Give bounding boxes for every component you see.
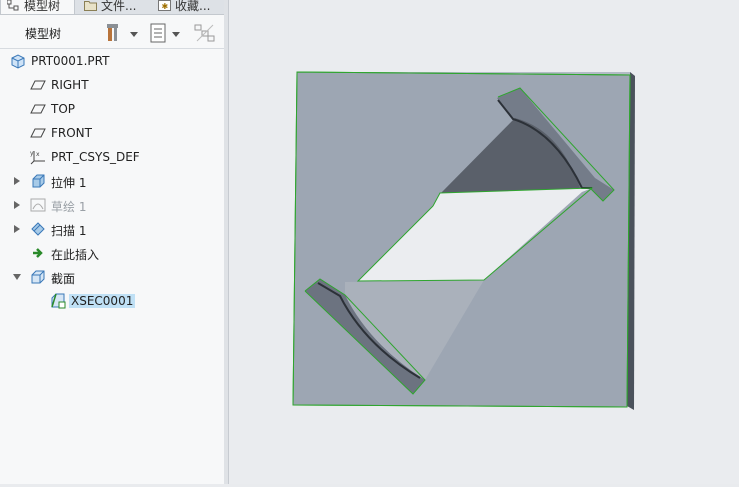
chevron-down-icon <box>130 31 138 37</box>
tab-model-tree[interactable]: 模型树 <box>0 0 75 14</box>
tree-item-xsec0001[interactable]: XSEC0001 <box>0 290 224 312</box>
model-tree-icon <box>6 0 20 11</box>
tab-label: 文件... <box>101 0 137 13</box>
section-folder-icon <box>30 269 46 285</box>
tree-item-label: PRT0001.PRT <box>31 54 110 68</box>
tree-item-top[interactable]: TOP <box>0 98 224 120</box>
folder-icon <box>84 0 97 11</box>
tree-item-label: FRONT <box>51 126 92 140</box>
tree-item-label: 扫描 1 <box>51 224 87 238</box>
tree-item-label: 截面 <box>51 272 76 286</box>
coordinate-system-icon: xy <box>30 149 46 165</box>
model-tree-panel: 模型树 文件... ✱ 收藏... 模型树 PRT0001.PRT RIGHT … <box>0 0 225 484</box>
tree-item-csys[interactable]: xy PRT_CSYS_DEF <box>0 146 224 168</box>
filter-icon <box>194 23 216 46</box>
tab-label: 收藏... <box>175 0 211 13</box>
show-columns-button[interactable] <box>150 23 180 45</box>
tree-settings-button[interactable] <box>106 23 138 45</box>
tree-item-front[interactable]: FRONT <box>0 122 224 144</box>
panel-tab-bar: 模型树 文件... ✱ 收藏... <box>0 0 224 15</box>
cross-section-icon <box>50 293 66 309</box>
sweep-icon <box>30 221 46 237</box>
expand-arrow-icon[interactable] <box>14 225 20 233</box>
tree-item-label: 草绘 1 <box>51 200 87 214</box>
part-icon <box>10 53 26 69</box>
tree-item-right[interactable]: RIGHT <box>0 74 224 96</box>
datum-plane-icon <box>30 77 46 93</box>
datum-plane-icon <box>30 101 46 117</box>
tree-item-label: 拉伸 1 <box>51 176 87 190</box>
tree-item-label: RIGHT <box>51 78 89 92</box>
tree-item-label: 在此插入 <box>51 248 100 262</box>
datum-plane-icon <box>30 125 46 141</box>
expand-arrow-icon[interactable] <box>14 177 20 185</box>
show-columns-icon <box>150 23 166 46</box>
sketch-icon <box>30 197 46 213</box>
model-view <box>292 71 635 410</box>
model-tree-toolbar: 模型树 <box>0 18 224 49</box>
tree-item-root[interactable]: PRT0001.PRT <box>0 50 224 72</box>
favorites-icon: ✱ <box>158 0 171 11</box>
expand-arrow-icon[interactable] <box>14 201 20 209</box>
panel-title: 模型树 <box>25 27 62 41</box>
tree-item-label: PRT_CSYS_DEF <box>51 150 140 164</box>
tree-item-sweep[interactable]: 扫描 1 <box>0 218 224 240</box>
tree-item-extrude[interactable]: 拉伸 1 <box>0 170 224 192</box>
tab-files[interactable]: 文件... <box>78 0 148 14</box>
insert-here-arrow-icon <box>30 245 46 261</box>
filter-button[interactable] <box>194 23 216 45</box>
tree-item-insert-here[interactable]: 在此插入 <box>0 242 224 264</box>
tree-settings-icon <box>106 23 124 46</box>
svg-text:y: y <box>30 150 34 157</box>
tab-label: 模型树 <box>24 0 61 13</box>
svg-text:✱: ✱ <box>162 2 169 11</box>
collapse-arrow-icon[interactable] <box>13 274 21 280</box>
svg-text:x: x <box>36 151 40 158</box>
tree-item-sketch[interactable]: 草绘 1 <box>0 194 224 216</box>
tree-item-sections[interactable]: 截面 <box>0 266 224 288</box>
tree-item-label: XSEC0001 <box>69 294 136 308</box>
graphics-viewport[interactable] <box>229 0 739 484</box>
tree-item-label: TOP <box>51 102 76 116</box>
tab-favorites[interactable]: ✱ 收藏... <box>152 0 222 14</box>
extrude-icon <box>30 173 46 189</box>
chevron-down-icon <box>172 31 180 37</box>
